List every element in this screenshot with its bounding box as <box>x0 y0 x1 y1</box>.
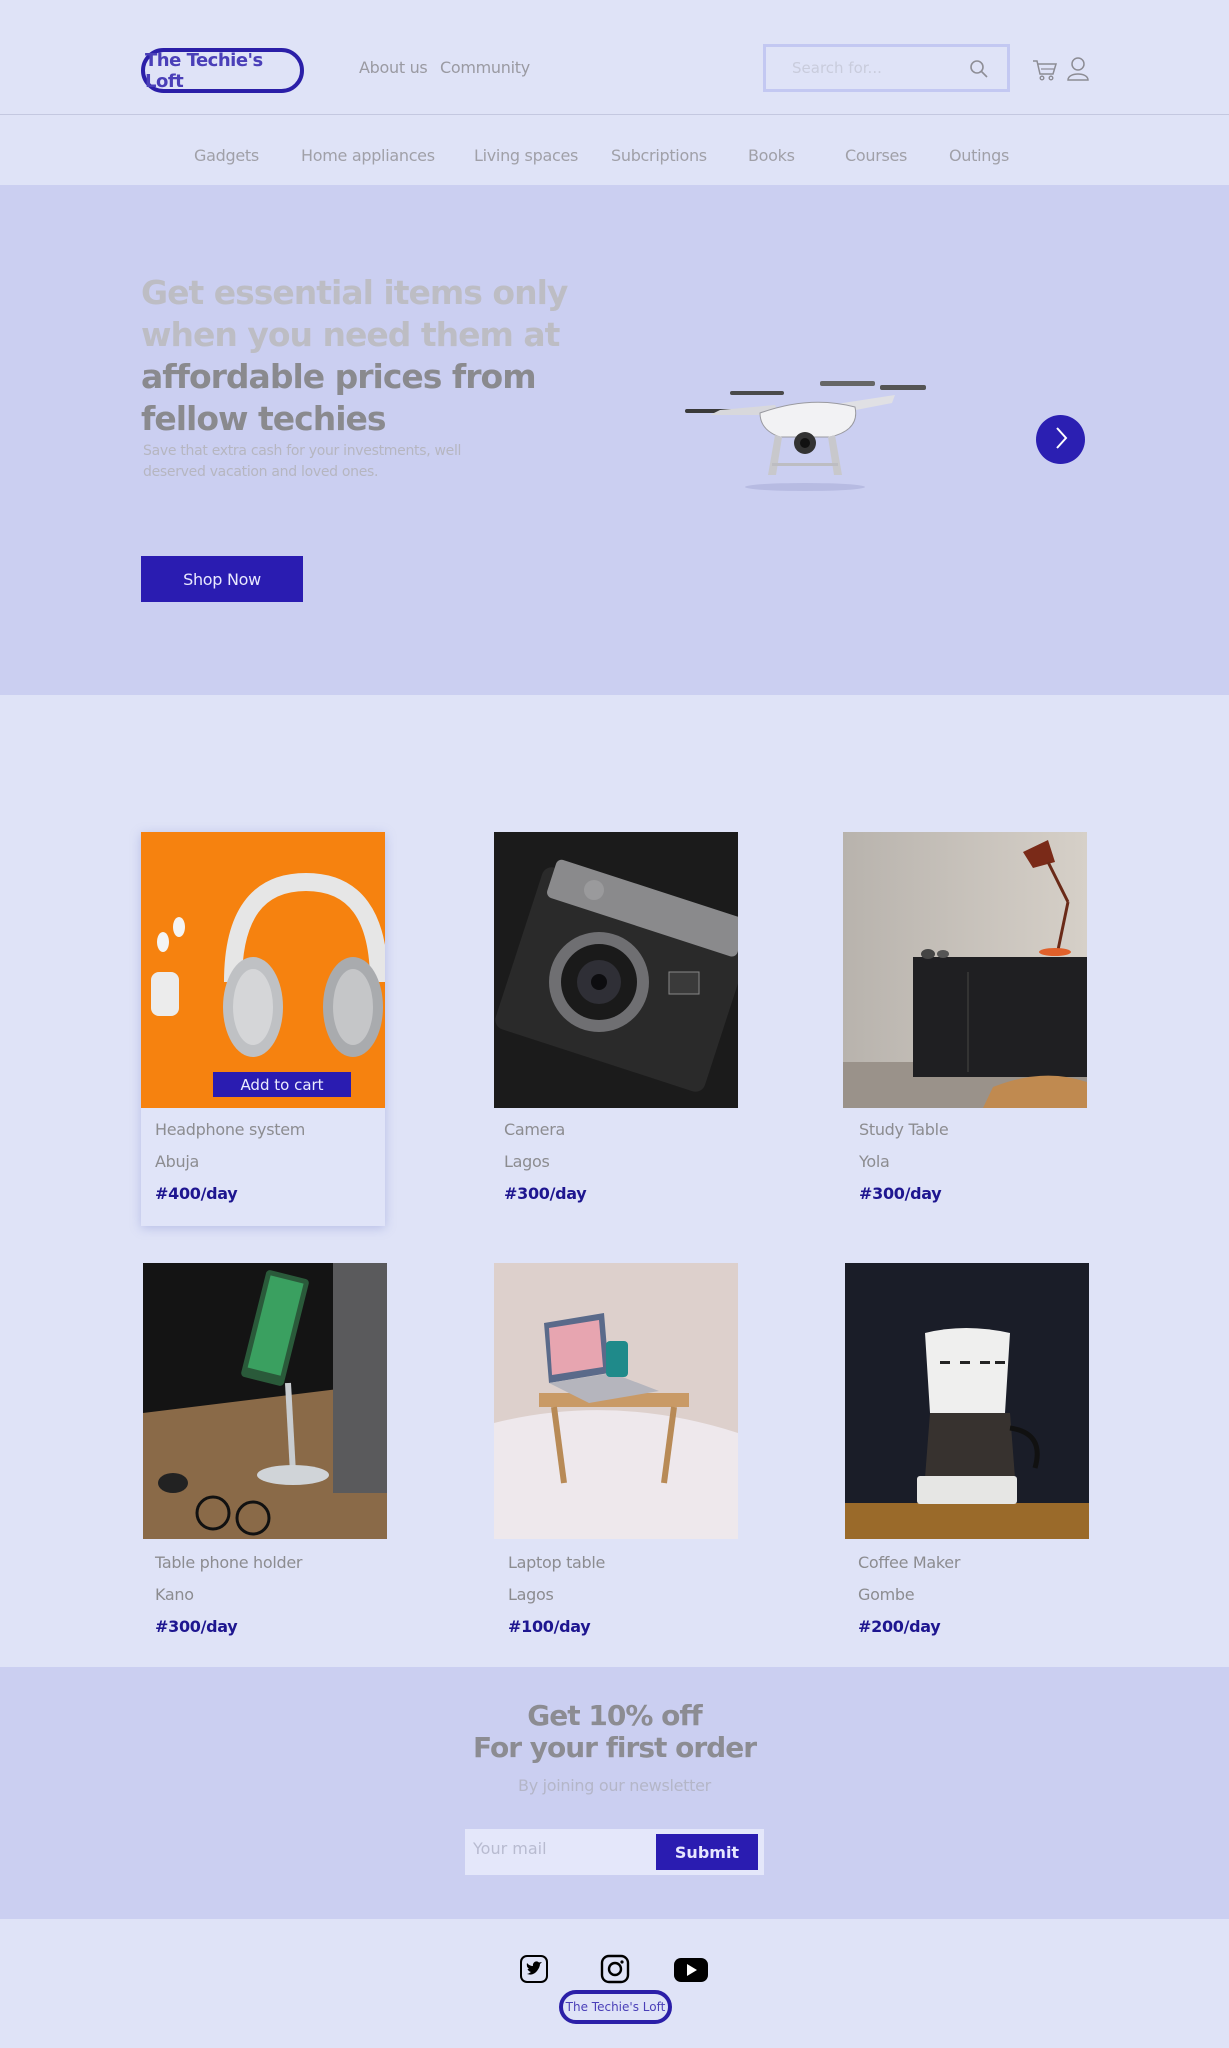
search-icon[interactable] <box>969 59 989 83</box>
product-name: Table phone holder <box>155 1553 303 1572</box>
product-name: Camera <box>504 1120 565 1139</box>
newsletter-headline-2: For your first order <box>472 1731 757 1764</box>
nav-community[interactable]: Community <box>440 58 530 77</box>
youtube-icon[interactable] <box>673 1954 709 1988</box>
product-name: Headphone system <box>155 1120 306 1139</box>
study-table-image <box>843 832 1087 1108</box>
carousel-next-button[interactable] <box>1036 415 1085 464</box>
product-card[interactable]: Table phone holder Kano #300/day <box>143 1263 387 1636</box>
cart-icon[interactable] <box>1032 58 1058 86</box>
category-subscriptions[interactable]: Subcriptions <box>611 146 707 165</box>
footer-logo[interactable]: The Techie's Loft <box>559 1990 672 2024</box>
product-name: Laptop table <box>508 1553 606 1572</box>
site-logo[interactable]: The Techie's Loft <box>141 48 304 93</box>
category-living-spaces[interactable]: Living spaces <box>474 146 578 165</box>
chevron-right-icon <box>1053 426 1069 453</box>
hero-title: Get essential items only when you need t… <box>141 272 611 440</box>
search-box <box>763 44 1010 92</box>
product-card[interactable]: Add to cart Headphone system Abuja #400/… <box>141 832 385 1226</box>
product-price: #100/day <box>508 1617 591 1636</box>
drone-image <box>680 375 930 499</box>
hero-title-dark: affordable prices from fellow techies <box>141 357 537 438</box>
product-location: Abuja <box>155 1152 199 1171</box>
product-card[interactable]: Laptop table Lagos #100/day <box>494 1263 738 1636</box>
product-location: Lagos <box>504 1152 550 1171</box>
instagram-icon[interactable] <box>600 1954 630 1988</box>
category-gadgets[interactable]: Gadgets <box>194 146 259 165</box>
product-location: Lagos <box>508 1585 554 1604</box>
product-name: Coffee Maker <box>858 1553 961 1572</box>
submit-button[interactable]: Submit <box>656 1834 758 1870</box>
newsletter-subtitle: By joining our newsletter <box>518 1776 711 1795</box>
product-card[interactable]: Camera Lagos #300/day <box>494 832 738 1203</box>
phone-holder-image <box>143 1263 387 1539</box>
product-price: #300/day <box>155 1617 238 1636</box>
product-name: Study Table <box>859 1120 949 1139</box>
newsletter-section: Get 10% off For your first order By join… <box>0 1667 1229 1919</box>
shop-now-button[interactable]: Shop Now <box>141 556 303 602</box>
add-to-cart-button[interactable]: Add to cart <box>213 1072 351 1097</box>
email-field[interactable] <box>473 1839 653 1858</box>
category-outings[interactable]: Outings <box>949 146 1009 165</box>
product-price: #300/day <box>504 1184 587 1203</box>
laptop-table-image <box>494 1263 738 1539</box>
product-card[interactable]: Study Table Yola #300/day <box>843 832 1087 1203</box>
newsletter-form: Submit <box>465 1829 764 1875</box>
product-location: Gombe <box>858 1585 915 1604</box>
product-price: #400/day <box>155 1184 238 1203</box>
user-icon[interactable] <box>1066 56 1090 86</box>
nav-about-us[interactable]: About us <box>359 58 428 77</box>
product-price: #300/day <box>859 1184 942 1203</box>
hero-banner: Get essential items only when you need t… <box>0 185 1229 695</box>
category-courses[interactable]: Courses <box>845 146 907 165</box>
category-home-appliances[interactable]: Home appliances <box>301 146 435 165</box>
category-books[interactable]: Books <box>748 146 795 165</box>
newsletter-headline: Get 10% off <box>527 1699 702 1732</box>
twitter-icon[interactable] <box>519 1954 549 1988</box>
hero-title-light: Get essential items only when you need t… <box>141 273 568 354</box>
product-location: Kano <box>155 1585 194 1604</box>
search-input[interactable] <box>792 59 952 77</box>
product-location: Yola <box>859 1152 890 1171</box>
coffee-maker-image <box>845 1263 1089 1539</box>
hero-subtitle: Save that extra cash for your investment… <box>143 443 462 480</box>
camera-image <box>494 832 738 1108</box>
site-header: The Techie's Loft About us Community <box>0 0 1229 115</box>
product-price: #200/day <box>858 1617 941 1636</box>
product-card[interactable]: Coffee Maker Gombe #200/day <box>845 1263 1089 1636</box>
headphone-image: Add to cart <box>141 832 385 1108</box>
